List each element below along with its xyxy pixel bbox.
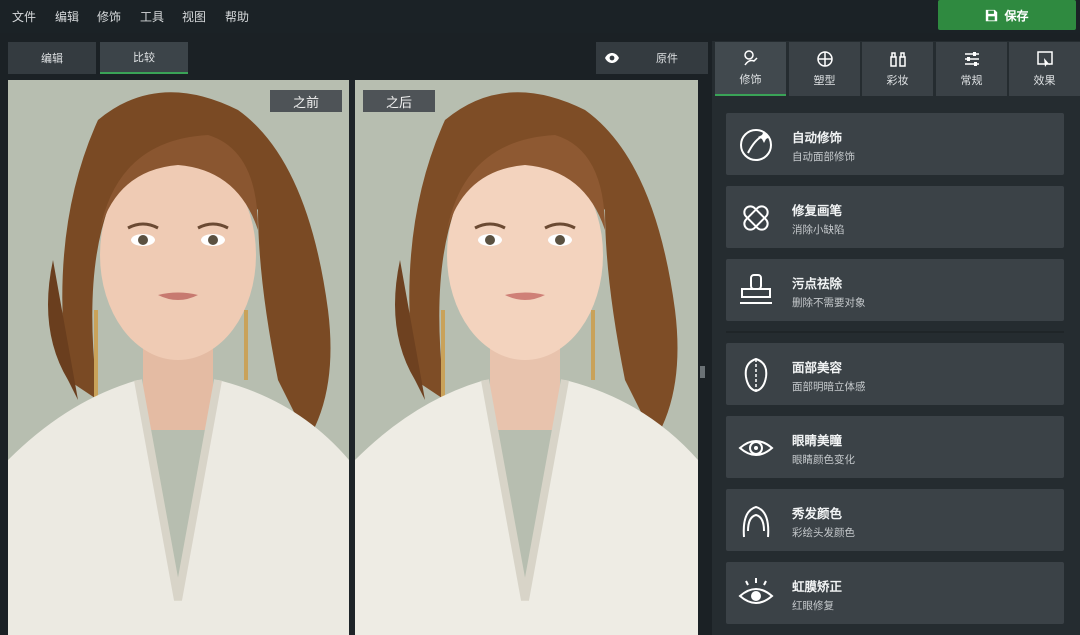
stamp-icon <box>740 274 772 304</box>
healing-brush-icon <box>743 205 769 231</box>
tab-edit[interactable]: 编辑 <box>8 42 96 74</box>
tab-edit-label: 编辑 <box>41 52 63 65</box>
before-image: 之前 <box>8 80 349 635</box>
menu-help[interactable]: 帮助 <box>225 8 249 25</box>
tool-name: 面部美容 <box>792 360 843 375</box>
tool-name: 自动修饰 <box>792 130 843 145</box>
tool-spot-removal[interactable]: 污点祛除 删除不需要对象 <box>726 259 1064 321</box>
portrait-after-image <box>355 80 698 635</box>
hair-icon <box>742 505 770 538</box>
tab-retouch[interactable]: 修饰 <box>715 42 786 96</box>
after-label: 之后 <box>363 90 435 112</box>
tool-healing-brush[interactable]: 修复画笔 消除小缺陷 <box>726 186 1064 248</box>
makeup-icon <box>889 52 906 67</box>
menu-bar: 文件 编辑 修饰 工具 视图 帮助 <box>0 0 1080 33</box>
tool-divider <box>726 331 1064 333</box>
retouch-icon <box>743 50 758 66</box>
scroll-handle[interactable] <box>700 366 705 378</box>
tab-makeup-label: 彩妆 <box>886 74 909 87</box>
tool-name: 眼睛美瞳 <box>792 433 843 448</box>
tool-name: 修复画笔 <box>792 203 843 218</box>
floppy-disk-icon <box>986 9 998 21</box>
menu-file[interactable]: 文件 <box>12 8 36 25</box>
sliders-icon <box>964 52 979 66</box>
tool-hair-color[interactable]: 秀发颜色 彩绘头发颜色 <box>726 489 1064 551</box>
tab-general-label: 常规 <box>960 74 983 87</box>
tab-makeup[interactable]: 彩妆 <box>862 42 933 96</box>
face-contour-icon <box>744 357 768 393</box>
tool-desc: 眼睛颜色变化 <box>792 454 855 466</box>
save-label: 保存 <box>1004 8 1029 23</box>
tab-reshape[interactable]: 塑型 <box>789 42 860 96</box>
reshape-icon <box>816 51 833 67</box>
portrait-before-image <box>8 80 349 635</box>
tool-name: 虹膜矫正 <box>792 579 843 594</box>
tab-compare-label: 比较 <box>133 51 155 64</box>
tab-general[interactable]: 常规 <box>936 42 1007 96</box>
tool-desc: 红眼修复 <box>792 600 834 612</box>
menu-tools[interactable]: 工具 <box>140 8 164 25</box>
tool-name: 秀发颜色 <box>792 506 843 521</box>
auto-retouch-icon <box>740 129 772 161</box>
tool-auto-retouch[interactable]: 自动修饰 自动面部修饰 <box>726 113 1064 175</box>
iris-icon <box>738 578 774 604</box>
tool-desc: 消除小缺陷 <box>792 224 845 236</box>
tool-face-contour[interactable]: 面部美容 面部明暗立体感 <box>726 343 1064 405</box>
tool-desc: 彩绘头发颜色 <box>792 527 855 539</box>
eye-color-icon <box>738 440 774 456</box>
after-image: 之后 <box>355 80 698 635</box>
original-label: 原件 <box>656 52 678 65</box>
tab-effects-label: 效果 <box>1033 74 1056 87</box>
menu-view[interactable]: 视图 <box>182 8 206 25</box>
tool-desc: 删除不需要对象 <box>792 297 866 309</box>
menu-retouch[interactable]: 修饰 <box>97 8 121 25</box>
tab-compare[interactable]: 比较 <box>100 42 188 74</box>
original-button[interactable]: 原件 <box>596 42 708 74</box>
tool-name: 污点祛除 <box>792 276 843 291</box>
tab-reshape-label: 塑型 <box>813 74 836 87</box>
tool-iris-correction[interactable]: 虹膜矫正 红眼修复 <box>726 562 1064 624</box>
menu-edit[interactable]: 编辑 <box>55 8 79 25</box>
tool-eye-color[interactable]: 眼睛美瞳 眼睛颜色变化 <box>726 416 1064 478</box>
tab-retouch-label: 修饰 <box>739 73 762 86</box>
tool-desc: 面部明暗立体感 <box>792 381 866 393</box>
tool-desc: 自动面部修饰 <box>792 151 855 163</box>
tab-effects[interactable]: 效果 <box>1009 42 1080 96</box>
before-label: 之前 <box>270 90 342 112</box>
save-button[interactable]: 保存 <box>938 0 1076 30</box>
effects-icon <box>1036 51 1053 67</box>
eye-icon <box>605 53 619 63</box>
